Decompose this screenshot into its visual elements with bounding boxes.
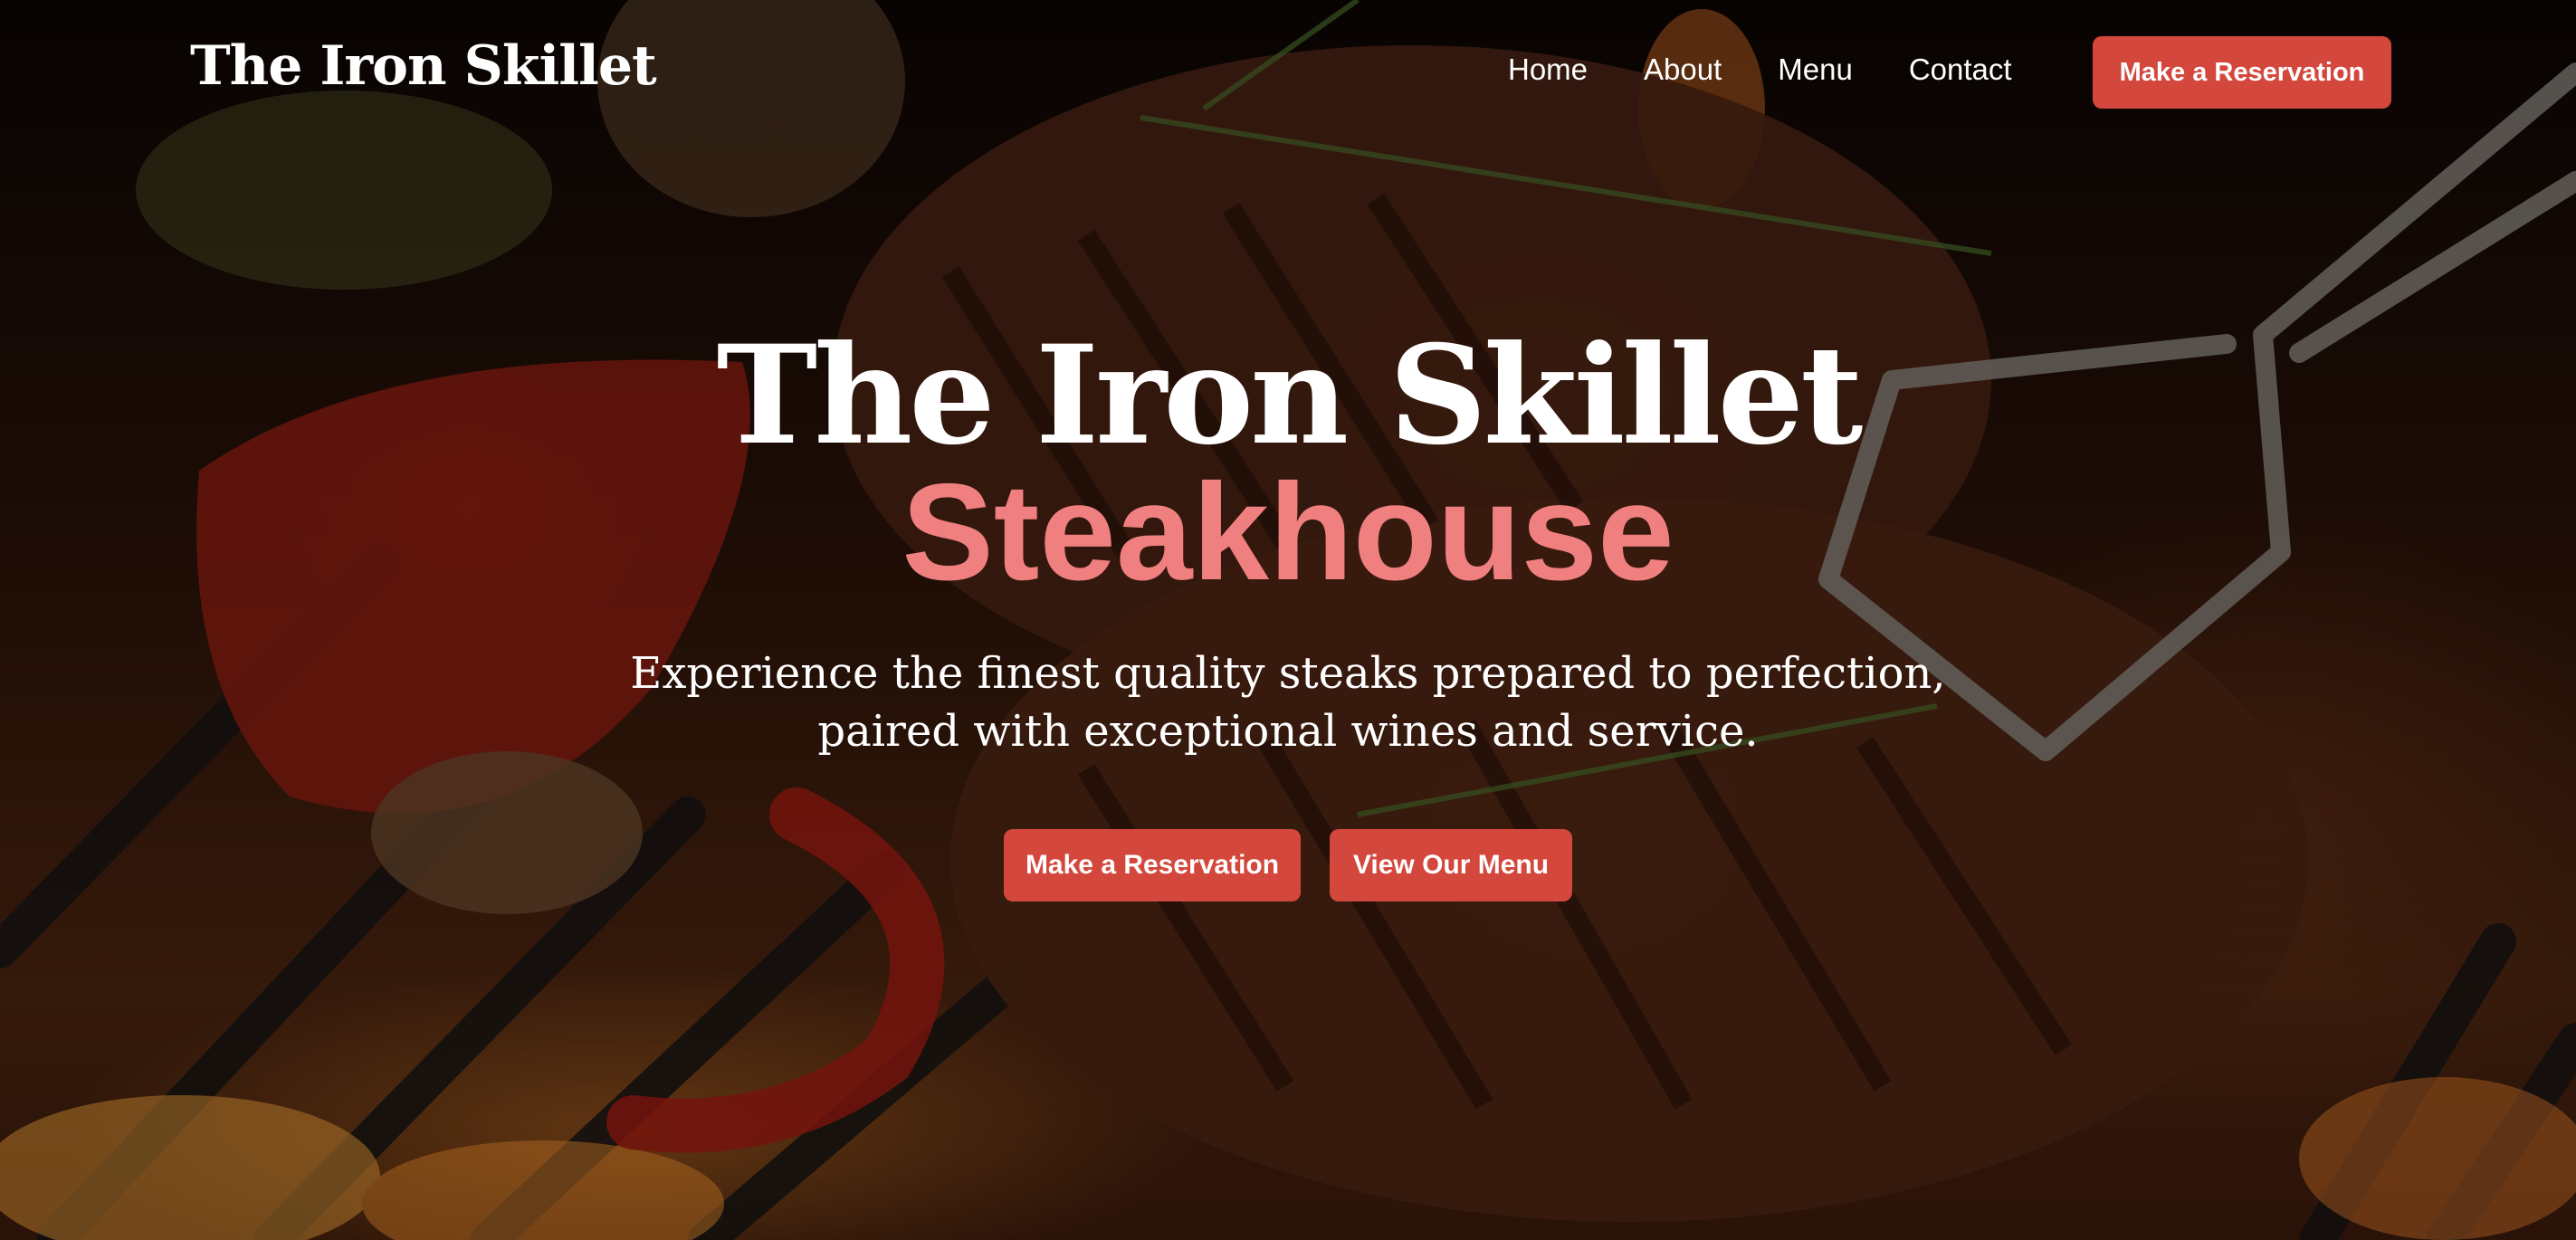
hero-section <box>0 0 2576 1240</box>
hero-title: The Iron Skillet <box>716 316 1864 475</box>
hero-reservation-button[interactable]: Make a Reservation <box>1004 829 1301 901</box>
nav-reservation-button[interactable]: Make a Reservation <box>2093 36 2391 109</box>
nav-link-menu[interactable]: Menu <box>1778 52 1853 87</box>
hero-subtitle-line-2: paired with exceptional wines and servic… <box>817 706 1759 757</box>
dark-overlay <box>0 0 2576 1240</box>
view-menu-button[interactable]: View Our Menu <box>1330 829 1572 901</box>
nav-links: Home About Menu Contact <box>1508 52 2068 87</box>
hero-subtitle: Experience the finest quality steaks pre… <box>0 644 2576 760</box>
nav-link-contact[interactable]: Contact <box>1909 52 2012 87</box>
nav-link-about[interactable]: About <box>1644 52 1722 87</box>
brand-logo[interactable]: The Iron Skillet <box>190 34 657 98</box>
hero-title-highlight: Steakhouse <box>902 455 1674 609</box>
hero-subtitle-line-1: Experience the finest quality steaks pre… <box>630 648 1946 699</box>
hero-buttons: Make a Reservation View Our Menu <box>0 829 2576 901</box>
top-navigation: The Iron Skillet Home About Menu Contact… <box>0 0 2576 145</box>
nav-link-home[interactable]: Home <box>1508 52 1588 87</box>
